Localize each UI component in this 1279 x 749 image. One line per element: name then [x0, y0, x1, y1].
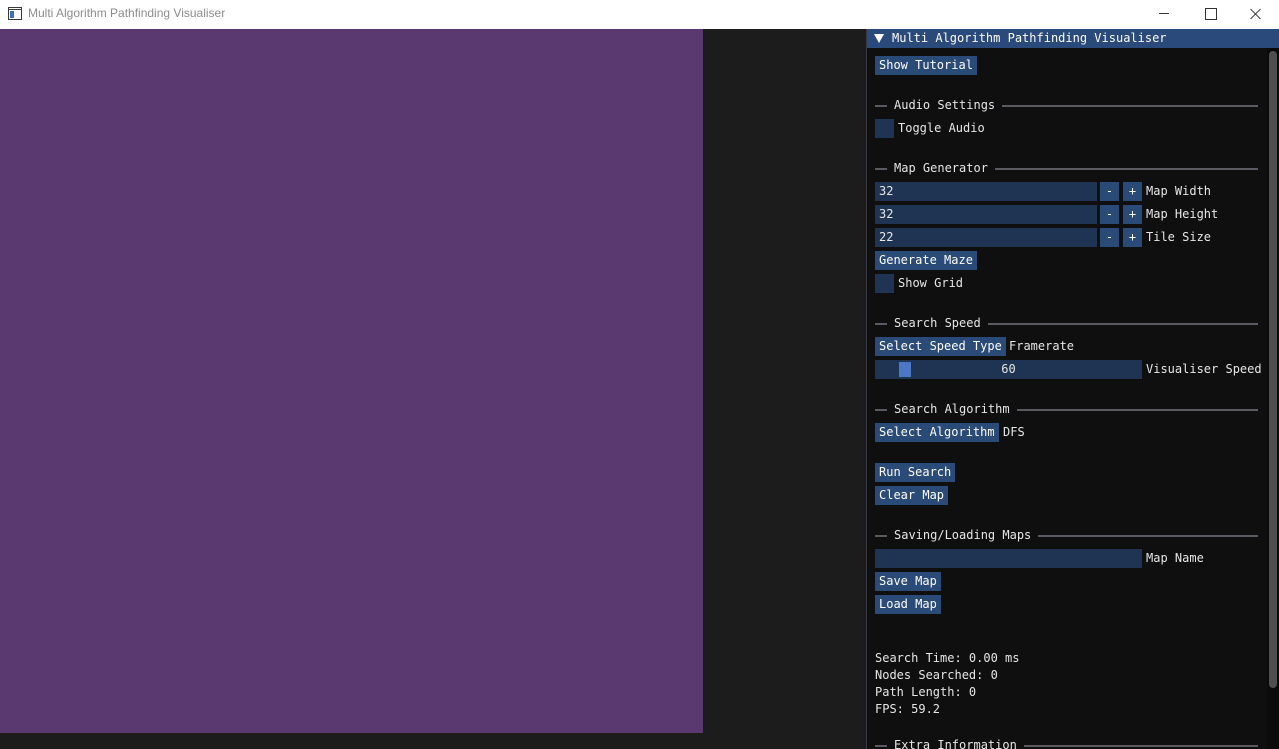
map-name-label: Map Name	[1146, 551, 1204, 565]
window-title-bar[interactable]: Multi Algorithm Pathfinding Visualiser	[0, 0, 1279, 29]
search-speed-separator: Search Speed	[875, 314, 1258, 333]
load-map-button[interactable]: Load Map	[875, 595, 941, 614]
map-height-input[interactable]: 32	[875, 205, 1097, 224]
toggle-audio-checkbox[interactable]	[875, 119, 894, 138]
audio-settings-header: Audio Settings	[894, 96, 1003, 115]
search-time-text: Search Time: 0.00 ms	[875, 651, 1020, 665]
minimize-button[interactable]	[1141, 0, 1187, 29]
search-algorithm-separator: Search Algorithm	[875, 400, 1258, 419]
window-title: Multi Algorithm Pathfinding Visualiser	[28, 6, 226, 20]
run-search-button[interactable]: Run Search	[875, 463, 956, 482]
tile-size-decrement-button[interactable]: -	[1100, 228, 1119, 247]
fps-text: FPS: 59.2	[875, 702, 941, 716]
map-height-increment-button[interactable]: +	[1123, 205, 1142, 224]
map-canvas[interactable]	[0, 29, 703, 733]
visualiser-speed-label: Visualiser Speed	[1146, 362, 1262, 376]
map-width-input[interactable]: 32	[875, 182, 1097, 201]
map-generator-separator: Map Generator	[875, 159, 1258, 178]
visualiser-speed-slider[interactable]: 60	[875, 360, 1142, 379]
panel-scrollbar[interactable]	[1267, 48, 1279, 749]
tile-size-increment-button[interactable]: +	[1123, 228, 1142, 247]
generate-maze-button[interactable]: Generate Maze	[875, 251, 977, 270]
app-icon	[8, 7, 22, 20]
map-name-input[interactable]	[875, 549, 1142, 568]
saving-loading-separator: Saving/Loading Maps	[875, 526, 1258, 545]
toggle-audio-label: Toggle Audio	[898, 121, 985, 135]
panel-title: Multi Algorithm Pathfinding Visualiser	[892, 31, 1167, 45]
collapse-arrow-icon[interactable]	[874, 34, 884, 43]
panel-title-bar[interactable]: Multi Algorithm Pathfinding Visualiser	[867, 29, 1279, 48]
map-height-label: Map Height	[1146, 207, 1219, 221]
map-generator-header: Map Generator	[894, 159, 995, 178]
show-grid-label: Show Grid	[898, 276, 964, 290]
show-tutorial-button[interactable]: Show Tutorial	[875, 56, 977, 75]
extra-information-separator: Extra Information	[875, 736, 1258, 749]
nodes-searched-text: Nodes Searched: 0	[875, 668, 998, 682]
show-grid-checkbox[interactable]	[875, 274, 894, 293]
clear-map-button[interactable]: Clear Map	[875, 486, 949, 505]
saving-loading-header: Saving/Loading Maps	[894, 526, 1039, 545]
search-algorithm-header: Search Algorithm	[894, 400, 1017, 419]
tile-size-label: Tile Size	[1146, 230, 1212, 244]
control-panel: Multi Algorithm Pathfinding Visualiser S…	[866, 29, 1279, 749]
close-window-button[interactable]	[1233, 0, 1279, 29]
save-map-button[interactable]: Save Map	[875, 572, 941, 591]
map-width-decrement-button[interactable]: -	[1100, 182, 1119, 201]
maximize-button[interactable]	[1187, 0, 1233, 29]
extra-information-header: Extra Information	[894, 736, 1024, 749]
audio-settings-separator: Audio Settings	[875, 96, 1258, 115]
map-width-label: Map Width	[1146, 184, 1212, 198]
scrollbar-thumb[interactable]	[1269, 51, 1277, 688]
path-length-text: Path Length: 0	[875, 685, 977, 699]
selected-algorithm: DFS	[1003, 425, 1025, 439]
search-speed-header: Search Speed	[894, 314, 988, 333]
tile-size-input[interactable]: 22	[875, 228, 1097, 247]
map-width-increment-button[interactable]: +	[1123, 182, 1142, 201]
selected-speed-type: Framerate	[1009, 339, 1075, 353]
select-algorithm-button[interactable]: Select Algorithm	[875, 423, 999, 442]
select-speed-type-button[interactable]: Select Speed Type	[875, 337, 1006, 356]
client-area: Multi Algorithm Pathfinding Visualiser S…	[0, 29, 1279, 749]
map-height-decrement-button[interactable]: -	[1100, 205, 1119, 224]
visualiser-speed-value: 60	[1001, 362, 1016, 376]
